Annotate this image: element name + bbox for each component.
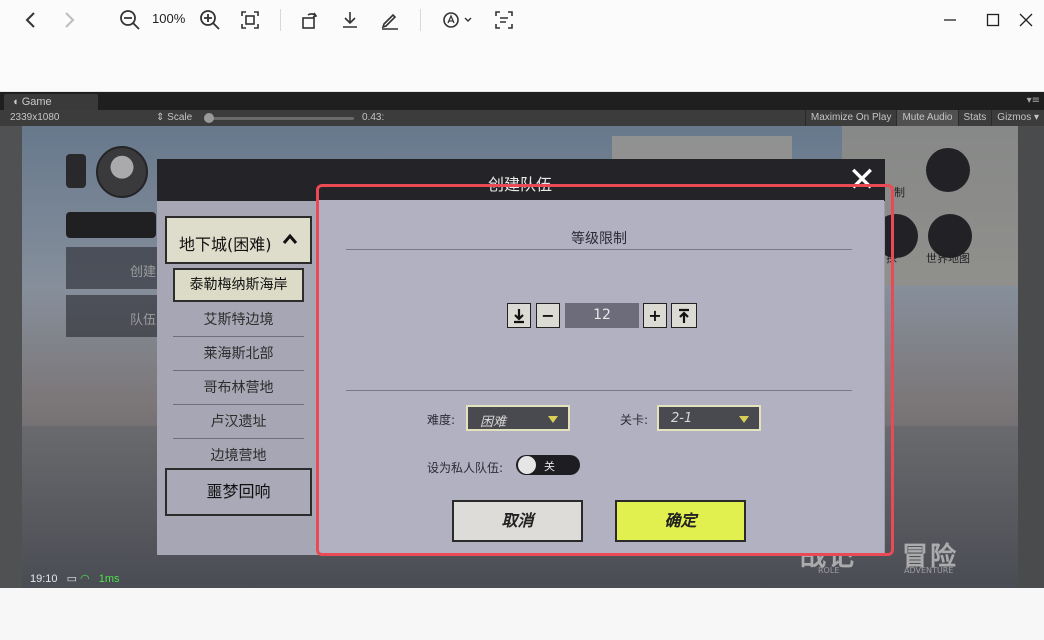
toolbar-divider (420, 9, 421, 31)
scene-letterbox-left (0, 126, 22, 588)
game-tab[interactable]: ◖ Game (4, 94, 98, 110)
list-item[interactable]: 哥布林营地 (173, 371, 304, 405)
category-nightmare[interactable]: 噩梦回响 (165, 468, 312, 516)
wifi-icon: ◠ (80, 573, 90, 585)
list-item[interactable]: 莱海斯北部 (173, 337, 304, 371)
scale-slider-track[interactable] (204, 117, 354, 120)
maximize-on-play-toggle[interactable]: Maximize On Play (804, 110, 897, 126)
list-item-selected[interactable]: 泰勒梅纳斯海岸 (173, 268, 304, 302)
scale-value: 0.43: (362, 112, 385, 123)
gizmos-toggle[interactable]: Gizmos ▾ (991, 110, 1044, 126)
status-time: 19:10 (30, 573, 58, 585)
viewer-toolbar: 100% (0, 0, 1044, 92)
text-recognition-icon[interactable] (440, 8, 474, 32)
list-item[interactable]: 艾斯特边境 (173, 303, 304, 337)
editor-tabbar: ◖ Game ▾≡ (0, 92, 1044, 110)
minimize-icon[interactable] (938, 8, 962, 32)
chevron-up-icon (282, 230, 298, 249)
download-icon[interactable] (338, 8, 362, 32)
back-icon[interactable] (18, 8, 42, 32)
zoom-level: 100% (152, 11, 186, 26)
status-bar: 19:10 ▭ ◠ 1ms (30, 572, 120, 585)
game-tab-label: Game (21, 96, 52, 108)
scene-letterbox-right (1018, 126, 1044, 588)
highlight-box (316, 184, 894, 556)
edit-icon[interactable] (378, 8, 402, 32)
list-item[interactable]: 卢汉遗址 (173, 405, 304, 439)
scale-slider-handle[interactable] (204, 113, 214, 123)
toolbar-divider (280, 9, 281, 31)
game-control-toggles: Maximize On Play Mute Audio Stats Gizmos… (804, 110, 1044, 126)
resolution-select[interactable]: 2339x1080 (10, 112, 60, 123)
game-controlbar: 2339x1080 ⇕ Scale 0.43: Maximize On Play… (0, 110, 1044, 126)
fit-screen-icon[interactable] (238, 8, 262, 32)
stats-toggle[interactable]: Stats (957, 110, 992, 126)
scale-label-text: Scale (167, 112, 193, 123)
status-ping: 1ms (98, 573, 120, 585)
category-label: 地下城(困难) (179, 235, 272, 254)
list-item[interactable]: 边境营地 (173, 441, 304, 463)
tab-menu-icon[interactable]: ▾≡ (1027, 95, 1040, 106)
scale-label: ⇕ Scale (156, 112, 193, 123)
zoom-in-icon[interactable] (198, 8, 222, 32)
maximize-icon[interactable] (981, 8, 1005, 32)
battery-icon: ▭ (66, 573, 77, 585)
viewer-bottom-bar (0, 588, 1044, 640)
zoom-out-icon[interactable] (118, 8, 142, 32)
rotate-icon[interactable] (298, 8, 322, 32)
forward-icon[interactable] (58, 8, 82, 32)
scan-text-icon[interactable] (492, 8, 516, 32)
mute-audio-toggle[interactable]: Mute Audio (896, 110, 958, 126)
close-window-icon[interactable] (1014, 8, 1038, 32)
